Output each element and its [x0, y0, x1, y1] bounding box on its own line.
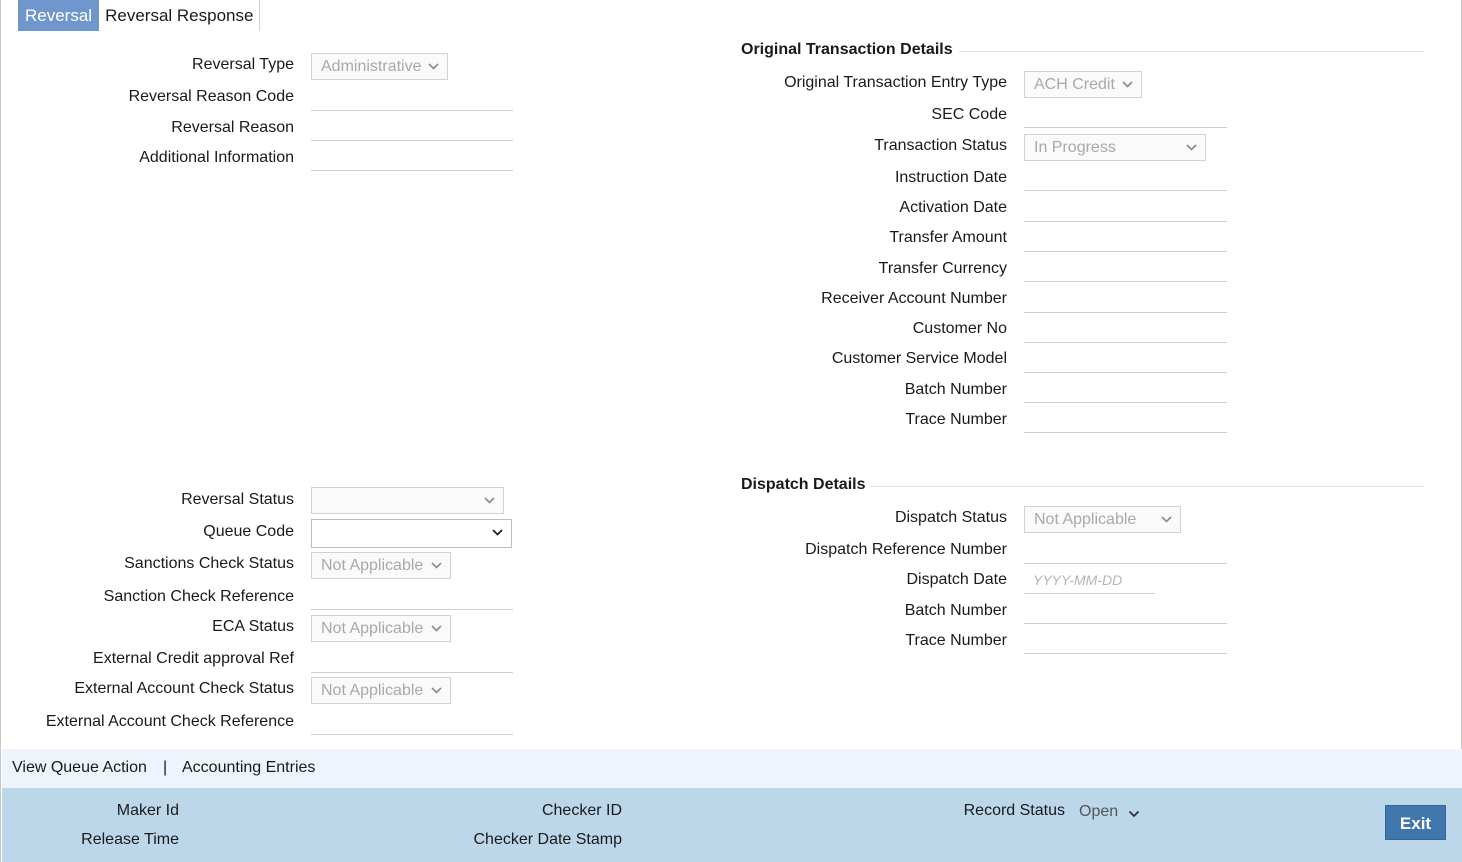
tab-reversal[interactable]: Reversal — [18, 0, 100, 31]
view-queue-action-link[interactable]: View Queue Action — [12, 759, 147, 777]
transfer-amount-label: Transfer Amount — [889, 229, 1007, 246]
sanctions-check-status-select[interactable]: Not Applicable — [311, 552, 451, 579]
record-status-value: Open — [1079, 803, 1119, 820]
action-links-bar: View Queue Action | Accounting Entries — [2, 749, 1462, 788]
customer-no-input[interactable] — [1024, 342, 1227, 343]
transfer-amount-input[interactable] — [1024, 251, 1227, 252]
dispatch-trace-number-label: Trace Number — [905, 632, 1007, 649]
dispatch-date-input[interactable] — [1024, 593, 1155, 594]
chevron-down-icon — [1122, 79, 1133, 90]
reversal-status-label: Reversal Status — [181, 491, 294, 508]
dispatch-date-label: Dispatch Date — [906, 571, 1008, 588]
dispatch-batch-number-input[interactable] — [1024, 623, 1227, 624]
external-account-check-reference-label: External Account Check Reference — [45, 713, 294, 730]
receiver-account-number-input[interactable] — [1024, 312, 1227, 313]
reversal-reason-code-label: Reversal Reason Code — [128, 88, 294, 105]
record-status-label: Record Status — [963, 802, 1065, 819]
dispatch-details-title: Dispatch Details — [741, 476, 866, 493]
activation-date-label: Activation Date — [899, 199, 1007, 216]
reversal-type-select[interactable]: Administrative — [311, 53, 448, 80]
external-account-check-status-value: Not Applicable — [321, 682, 424, 699]
queue-code-select[interactable] — [311, 519, 512, 548]
activation-date-input[interactable] — [1024, 221, 1227, 222]
chevron-down-icon — [428, 61, 439, 72]
dispatch-status-label: Dispatch Status — [894, 509, 1007, 526]
reversal-status-select[interactable] — [311, 487, 504, 514]
maker-id-label: Maker Id — [116, 802, 179, 819]
dispatch-status-select[interactable]: Not Applicable — [1024, 506, 1181, 533]
instruction-date-input[interactable] — [1024, 190, 1227, 191]
queue-code-label: Queue Code — [203, 523, 294, 540]
tab-reversal-response[interactable]: Reversal Response — [99, 0, 261, 31]
sanctions-check-status-label: Sanctions Check Status — [124, 555, 294, 572]
chevron-down-icon — [484, 495, 495, 506]
chevron-down-icon — [431, 560, 442, 571]
reversal-type-value: Administrative — [321, 58, 422, 75]
chevron-down-icon — [431, 685, 442, 696]
exit-button[interactable]: Exit — [1385, 805, 1446, 840]
reversal-reason-label: Reversal Reason — [171, 119, 294, 136]
customer-service-model-label: Customer Service Model — [831, 350, 1007, 367]
section-divider — [959, 51, 1424, 52]
checker-date-stamp-label: Checker Date Stamp — [473, 831, 622, 848]
accounting-entries-link[interactable]: Accounting Entries — [182, 759, 315, 777]
batch-number-label: Batch Number — [904, 381, 1007, 398]
transaction-status-label: Transaction Status — [874, 137, 1007, 154]
reversal-reason-input[interactable] — [311, 140, 513, 141]
original-transaction-details-title: Original Transaction Details — [741, 41, 953, 58]
reversal-type-label: Reversal Type — [192, 56, 294, 73]
chevron-down-icon — [1186, 142, 1197, 153]
external-account-check-status-select[interactable]: Not Applicable — [311, 677, 451, 704]
trace-number-label: Trace Number — [905, 411, 1007, 428]
customer-service-model-input[interactable] — [1024, 372, 1227, 373]
external-account-check-status-label: External Account Check Status — [74, 680, 294, 697]
batch-number-input[interactable] — [1024, 402, 1227, 403]
dispatch-date-placeholder: YYYY-MM-DD — [1033, 572, 1123, 588]
transaction-status-value: In Progress — [1034, 139, 1116, 156]
checker-id-label: Checker ID — [541, 802, 622, 819]
sec-code-input[interactable] — [1024, 127, 1227, 128]
additional-information-input[interactable] — [311, 170, 513, 171]
instruction-date-label: Instruction Date — [894, 169, 1007, 186]
dispatch-reference-number-label: Dispatch Reference Number — [805, 541, 1007, 558]
sanction-check-reference-label: Sanction Check Reference — [103, 588, 294, 605]
chevron-down-icon — [492, 527, 503, 538]
transfer-currency-input[interactable] — [1024, 281, 1227, 282]
customer-no-label: Customer No — [912, 320, 1007, 337]
transaction-status-select[interactable]: In Progress — [1024, 134, 1206, 161]
dispatch-status-value: Not Applicable — [1034, 511, 1137, 528]
sanction-check-reference-input[interactable] — [311, 609, 513, 610]
external-credit-approval-ref-input[interactable] — [311, 672, 513, 673]
section-divider — [871, 486, 1424, 487]
release-time-label: Release Time — [81, 831, 179, 848]
chevron-down-icon — [431, 623, 442, 634]
dispatch-batch-number-label: Batch Number — [904, 602, 1007, 619]
eca-status-label: ECA Status — [212, 618, 294, 635]
audit-bar — [2, 788, 1462, 862]
tab-bar: Reversal Reversal Response — [18, 0, 261, 31]
dispatch-trace-number-input[interactable] — [1024, 653, 1227, 654]
external-account-check-reference-input[interactable] — [311, 734, 513, 735]
reversal-form: Reversal Reversal Response Reversal Type… — [0, 0, 1462, 862]
transfer-currency-label: Transfer Currency — [878, 260, 1007, 277]
additional-information-label: Additional Information — [139, 149, 294, 166]
dispatch-reference-number-input[interactable] — [1024, 563, 1227, 564]
entry-type-select[interactable]: ACH Credit — [1024, 71, 1142, 98]
eca-status-select[interactable]: Not Applicable — [311, 615, 451, 642]
sec-code-label: SEC Code — [931, 106, 1007, 123]
entry-type-label: Original Transaction Entry Type — [784, 74, 1007, 91]
external-credit-approval-ref-label: External Credit approval Ref — [93, 650, 294, 667]
links-separator: | — [163, 759, 168, 776]
entry-type-value: ACH Credit — [1034, 76, 1115, 93]
eca-status-value: Not Applicable — [321, 620, 424, 637]
sanctions-check-status-value: Not Applicable — [321, 557, 424, 574]
receiver-account-number-label: Receiver Account Number — [821, 290, 1007, 307]
chevron-down-icon[interactable] — [1128, 807, 1140, 819]
reversal-reason-code-input[interactable] — [311, 110, 513, 111]
chevron-down-icon — [1161, 514, 1172, 525]
trace-number-input[interactable] — [1024, 432, 1227, 433]
